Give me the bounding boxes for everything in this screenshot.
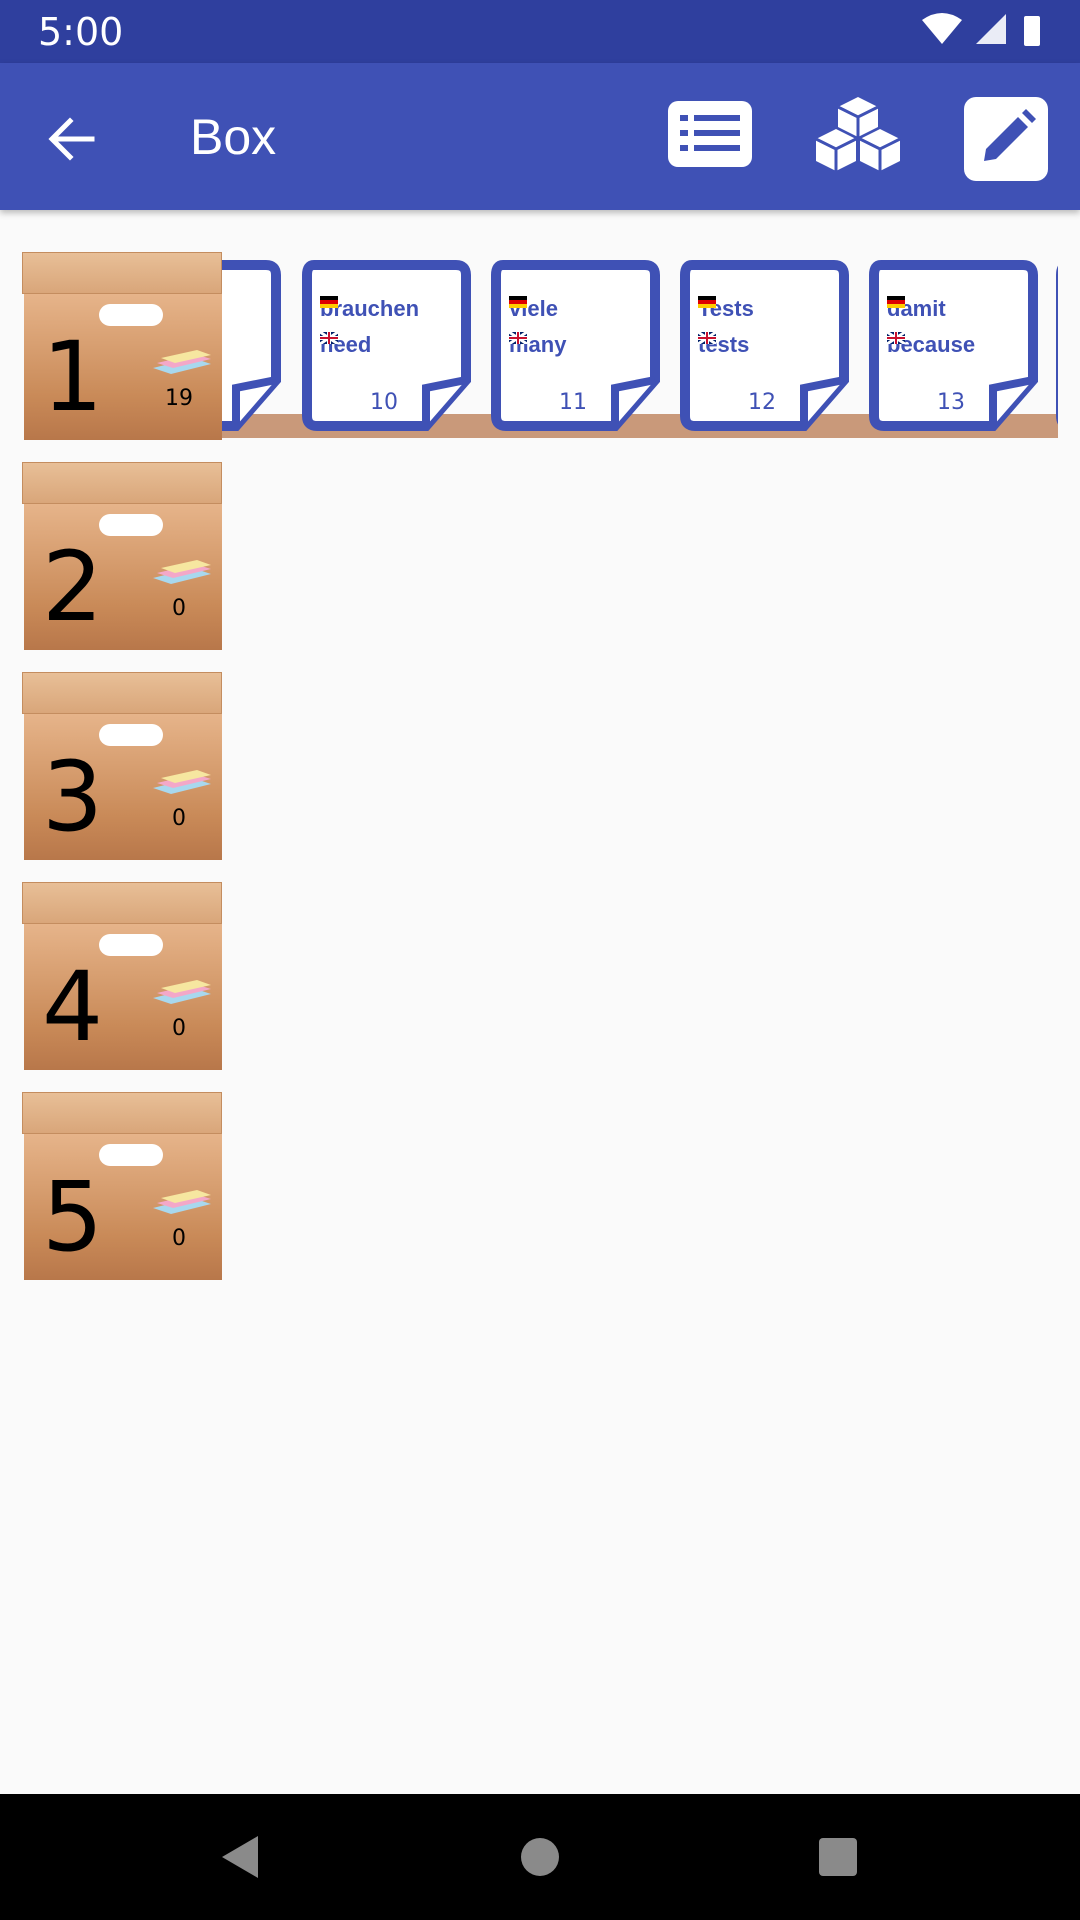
german-flag-icon [698, 296, 716, 308]
boxes-icon[interactable] [814, 95, 902, 183]
uk-flag-icon [887, 332, 905, 344]
box-lid [22, 672, 222, 714]
box-number: 5 [42, 1161, 104, 1273]
box-lid [22, 1092, 222, 1134]
box-number: 1 [42, 321, 104, 433]
navigation-bar [0, 1794, 1080, 1920]
german-flag-icon [887, 296, 905, 308]
card-shape [222, 260, 281, 431]
card-number: 11 [559, 390, 587, 415]
edit-pencil-icon[interactable] [962, 95, 1050, 183]
nav-back-icon[interactable] [216, 1832, 266, 1882]
card-shape [1056, 265, 1058, 425]
cards-stack-icon [153, 350, 211, 374]
german-flag-icon [509, 296, 527, 308]
card-back: tests [698, 332, 749, 358]
box-body: 3 0 [24, 714, 222, 860]
box-count: 0 [172, 1016, 186, 1041]
app-bar: Box [0, 63, 1080, 210]
box-lid [22, 252, 222, 294]
page-title: Box [190, 109, 277, 165]
box-handle [99, 304, 163, 326]
box-handle [99, 934, 163, 956]
cards-stack-icon [153, 770, 211, 794]
card-number: 10 [370, 390, 398, 415]
flashcard[interactable]: Tests tests 12 [680, 260, 850, 432]
card-number: 12 [748, 390, 776, 415]
box-lid [22, 882, 222, 924]
card-number: 13 [937, 390, 965, 415]
card-front: viele [509, 296, 558, 322]
box-1[interactable]: 1 19 [22, 252, 222, 440]
box-count: 0 [172, 806, 186, 831]
uk-flag-icon [509, 332, 527, 344]
box-body: 1 19 [24, 294, 222, 440]
card-front: Tests [698, 296, 754, 322]
box-handle [99, 724, 163, 746]
box-3[interactable]: 3 0 [22, 672, 222, 860]
status-bar: 5:00 [0, 0, 1080, 63]
box-count: 0 [172, 1226, 186, 1251]
uk-flag-icon [320, 332, 338, 344]
cards-stack-icon [153, 980, 211, 1004]
box-count: 0 [172, 596, 186, 621]
status-icons [922, 13, 1040, 46]
box-handle [99, 1144, 163, 1166]
box-lid [22, 462, 222, 504]
card-front: brauchen [320, 296, 419, 322]
box-body: 2 0 [24, 504, 222, 650]
cards-stack-icon [153, 560, 211, 584]
box-body: 5 0 [24, 1134, 222, 1280]
box-4[interactable]: 4 0 [22, 882, 222, 1070]
card-partial-left[interactable] [222, 260, 282, 432]
uk-flag-icon [698, 332, 716, 344]
box-handle [99, 514, 163, 536]
flashcard[interactable]: viele many 11 [491, 260, 661, 432]
signal-icon [976, 14, 1006, 44]
box-5[interactable]: 5 0 [22, 1092, 222, 1280]
list-view-icon[interactable] [666, 95, 754, 183]
card-back: because [887, 332, 975, 358]
box-count: 19 [165, 386, 193, 411]
box-2[interactable]: 2 0 [22, 462, 222, 650]
card-back: many [509, 332, 566, 358]
nav-recents-icon[interactable] [813, 1832, 863, 1882]
nav-home-icon[interactable] [515, 1832, 565, 1882]
box-number: 3 [42, 741, 104, 853]
wifi-icon [922, 13, 962, 44]
card-back: need [320, 332, 371, 358]
card-front: damit [887, 296, 946, 322]
cards-stack-icon [153, 1190, 211, 1214]
flashcard[interactable]: brauchen need 10 [302, 260, 472, 432]
status-time: 5:00 [38, 10, 124, 54]
battery-icon [1024, 16, 1040, 46]
box-number: 4 [42, 951, 104, 1063]
card-row[interactable]: brauchen need 10 viele many 11 Tests tes… [222, 260, 1058, 432]
flashcard[interactable]: damit because 13 [869, 260, 1039, 432]
german-flag-icon [320, 296, 338, 308]
box-body: 4 0 [24, 924, 222, 1070]
card-partial-right[interactable] [1056, 260, 1058, 432]
back-arrow-icon[interactable] [40, 107, 104, 171]
box-number: 2 [42, 531, 104, 643]
